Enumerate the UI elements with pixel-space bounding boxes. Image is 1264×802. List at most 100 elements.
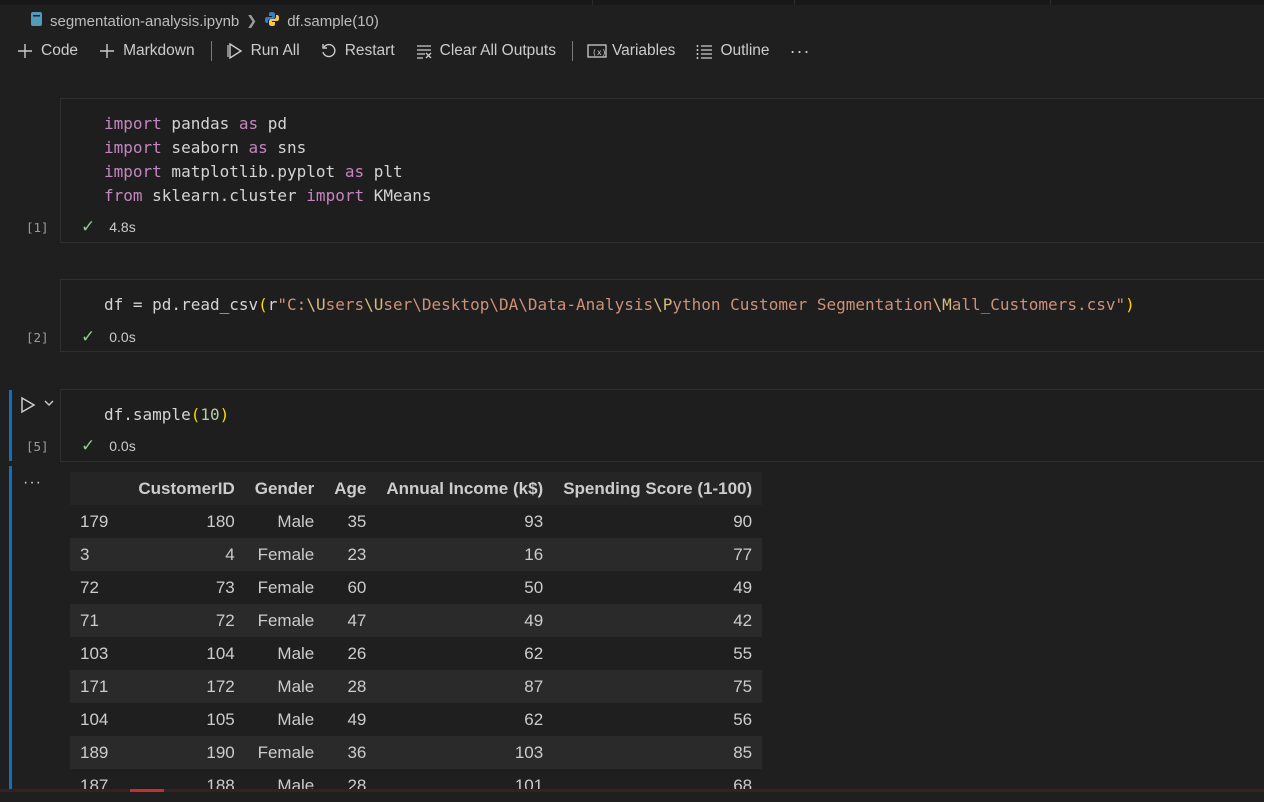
column-header: Annual Income (k$) [376, 472, 554, 505]
table-cell: 68 [553, 769, 763, 802]
output-more-actions-button[interactable]: ··· [23, 474, 42, 492]
table-cell: 90 [553, 505, 763, 538]
dataframe-output-table: CustomerID Gender Age Annual Income (k$)… [70, 472, 763, 802]
execution-time: 0.0s [109, 329, 136, 345]
variables-button[interactable]: (x) Variables [587, 42, 675, 60]
table-cell: 72 [128, 604, 245, 637]
add-code-cell-button[interactable]: Code [16, 42, 78, 60]
python-symbol-icon [264, 11, 280, 31]
run-all-icon [226, 42, 244, 60]
clear-all-outputs-button[interactable]: Clear All Outputs [415, 42, 556, 60]
table-cell: 4 [128, 538, 245, 571]
table-cell: Male [244, 505, 325, 538]
table-body: 179 180 Male 35 93 90 3 4 Female 23 16 77 72 73 Female… [70, 505, 763, 802]
play-icon [21, 396, 36, 414]
table-cell: 28 [324, 769, 377, 802]
outline-label: Outline [720, 42, 770, 59]
variables-label: Variables [611, 42, 676, 59]
table-cell: 49 [553, 571, 763, 604]
cell-status: ✓ 4.8s [81, 217, 136, 237]
table-cell: Male [244, 703, 325, 736]
output-focus-indicator [9, 466, 12, 789]
table-cell: 87 [376, 670, 554, 703]
table-cell: 180 [128, 505, 245, 538]
success-check-icon: ✓ [81, 327, 96, 346]
run-all-button[interactable]: Run All [226, 42, 300, 60]
clear-all-outputs-label: Clear All Outputs [439, 42, 556, 59]
execution-count: [1] [26, 220, 49, 235]
restart-button[interactable]: Restart [320, 42, 395, 60]
notebook-file-icon [30, 11, 43, 31]
table-cell: 49 [376, 604, 554, 637]
add-markdown-cell-button[interactable]: Markdown [98, 42, 195, 60]
table-cell: 26 [324, 637, 377, 670]
execution-count: [5] [26, 439, 49, 454]
restart-label: Restart [344, 42, 395, 59]
table-row: 104 105 Male 49 62 56 [70, 703, 763, 736]
chevron-right-icon: ❯ [246, 13, 258, 28]
code-cell[interactable]: import pandas as pd import seaborn as sn… [60, 98, 1264, 243]
table-cell: 56 [553, 703, 763, 736]
table-cell: 28 [324, 670, 377, 703]
row-index-cell: 103 [70, 637, 129, 670]
column-header: Spending Score (1-100) [553, 472, 763, 505]
column-header: CustomerID [128, 472, 245, 505]
run-options-button[interactable] [43, 396, 55, 413]
table-cell: 85 [553, 736, 763, 769]
column-header: Gender [244, 472, 325, 505]
plus-icon [16, 42, 34, 60]
outline-button[interactable]: Outline [695, 42, 770, 60]
table-cell: 55 [553, 637, 763, 670]
row-index-cell: 189 [70, 736, 129, 769]
table-row: 3 4 Female 23 16 77 [70, 538, 763, 571]
row-index-cell: 187 [70, 769, 129, 802]
table-cell: 62 [376, 637, 554, 670]
code-cell[interactable]: df = pd.read_csv(r"C:\Users\User\Desktop… [60, 279, 1264, 352]
add-markdown-label: Markdown [123, 42, 195, 59]
tab-divider [592, 0, 593, 5]
breadcrumb-file[interactable]: segmentation-analysis.ipynb [50, 13, 239, 30]
table-row: 71 72 Female 47 49 42 [70, 604, 763, 637]
code-cell[interactable]: df.sample(10) ✓ 0.0s [60, 389, 1264, 462]
tab-divider [1050, 0, 1051, 5]
breadcrumb-symbol[interactable]: df.sample(10) [287, 13, 379, 30]
row-index-cell: 171 [70, 670, 129, 703]
table-cell: 190 [128, 736, 245, 769]
row-index-cell: 104 [70, 703, 129, 736]
table-row: 103 104 Male 26 62 55 [70, 637, 763, 670]
plus-icon [98, 42, 116, 60]
run-all-label: Run All [250, 42, 300, 59]
cell-status: ✓ 0.0s [81, 436, 136, 456]
table-cell: Female [244, 736, 325, 769]
svg-text:(x): (x) [592, 48, 606, 57]
execution-time: 4.8s [109, 219, 136, 235]
more-actions-button[interactable]: ··· [790, 41, 811, 62]
cell-status: ✓ 0.0s [81, 327, 136, 347]
table-cell: 23 [324, 538, 377, 571]
outline-icon [695, 42, 713, 60]
table-cell: Female [244, 604, 325, 637]
table-cell: 60 [324, 571, 377, 604]
table-cell: 35 [324, 505, 377, 538]
add-code-label: Code [41, 42, 79, 59]
more-actions-icon: ··· [789, 40, 811, 61]
cell-editor[interactable]: df = pd.read_csv(r"C:\Users\User\Desktop… [104, 293, 1135, 317]
row-index-cell: 179 [70, 505, 129, 538]
table-cell: Male [244, 670, 325, 703]
table-cell: 42 [553, 604, 763, 637]
row-index-cell: 71 [70, 604, 129, 637]
table-cell: Female [244, 571, 325, 604]
table-row: 171 172 Male 28 87 75 [70, 670, 763, 703]
run-cell-button[interactable] [20, 396, 36, 418]
table-cell: 47 [324, 604, 377, 637]
notebook-toolbar: Code Markdown Run All Restart Clear All … [16, 38, 831, 64]
cell-editor[interactable]: df.sample(10) [104, 403, 229, 427]
cell-editor[interactable]: import pandas as pd import seaborn as sn… [104, 112, 432, 208]
table-cell: 104 [128, 637, 245, 670]
clear-all-icon [415, 42, 433, 60]
index-header [70, 472, 129, 505]
tab-divider [794, 0, 795, 5]
table-cell: 62 [376, 703, 554, 736]
table-cell: 188 [128, 769, 245, 802]
editor-tab-strip [0, 0, 1264, 5]
